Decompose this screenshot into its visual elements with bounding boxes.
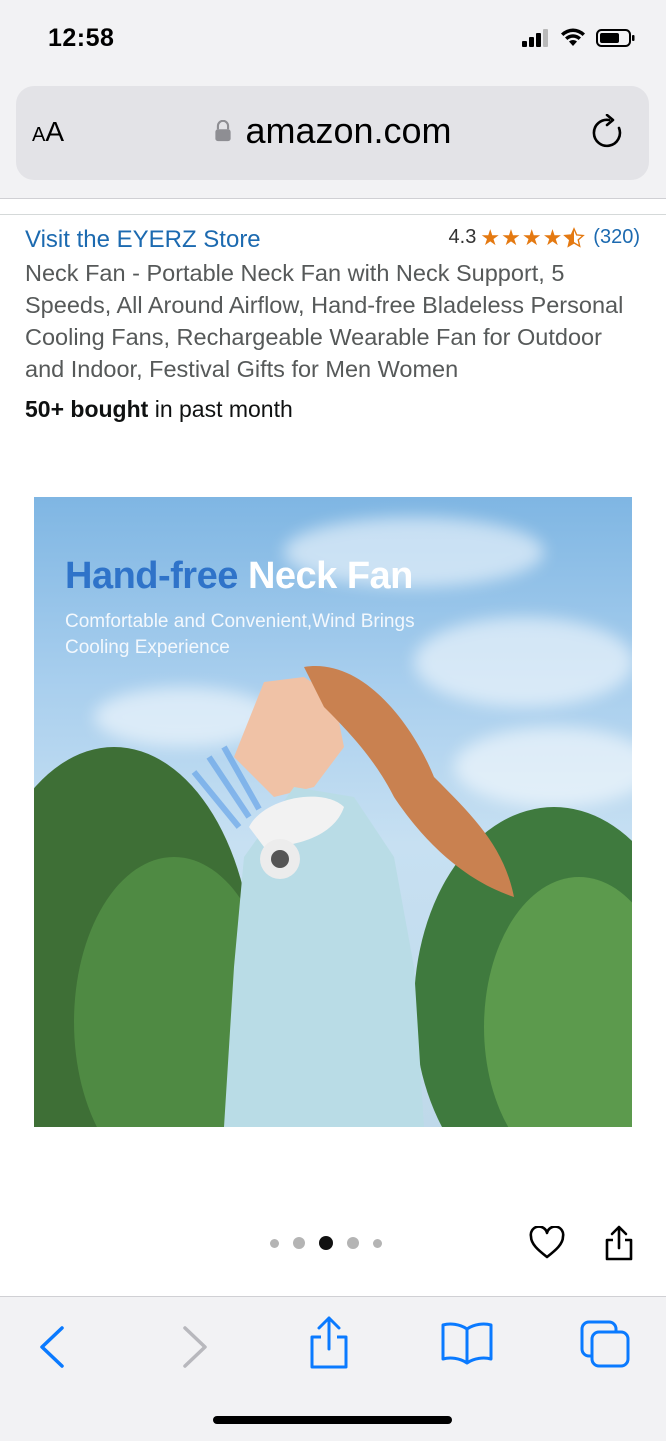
half-star-icon <box>563 226 586 248</box>
forward-icon[interactable] <box>181 1325 209 1369</box>
heart-icon[interactable] <box>528 1226 566 1260</box>
image-subtitle: Comfortable and Convenient,Wind Brings C… <box>65 611 415 658</box>
signal-icon <box>522 29 548 47</box>
back-icon[interactable] <box>38 1325 66 1369</box>
tabs-icon[interactable] <box>579 1319 631 1369</box>
image-headline-part1: Hand-free <box>65 555 238 597</box>
carousel-dot[interactable] <box>270 1238 279 1248</box>
star-icon: ★ <box>542 224 563 250</box>
product-title: Neck Fan - Portable Neck Fan with Neck S… <box>25 260 624 382</box>
share-icon[interactable] <box>307 1315 351 1371</box>
image-headline-part2: Neck Fan <box>247 555 413 597</box>
url-display[interactable]: amazon.com <box>16 110 649 152</box>
status-icons <box>522 28 636 48</box>
bought-rest: in past month <box>148 396 293 422</box>
home-indicator[interactable] <box>213 1416 452 1424</box>
image-headline: Hand-free Neck Fan <box>65 555 413 598</box>
battery-icon <box>596 29 635 47</box>
rating-value: 4.3 <box>448 226 477 248</box>
address-bar-area: AA amazon.com <box>0 80 666 199</box>
status-bar: 12:58 <box>0 0 666 80</box>
rating-count: (320) <box>593 226 640 248</box>
product-image[interactable]: Hand-free Neck Fan Comfortable and Conve… <box>34 497 632 1127</box>
carousel-dots[interactable] <box>270 1236 382 1250</box>
store-link[interactable]: Visit the EYERZ Store <box>25 226 261 254</box>
star-rating: ★ ★ ★ ★ <box>480 224 586 250</box>
bookmarks-icon[interactable] <box>440 1321 494 1365</box>
url-text: amazon.com <box>245 110 452 151</box>
carousel-dot-active[interactable] <box>319 1236 333 1250</box>
star-icon: ★ <box>501 224 521 250</box>
carousel-dot[interactable] <box>293 1237 305 1249</box>
divider <box>0 214 666 215</box>
reload-icon[interactable] <box>591 114 627 152</box>
address-bar[interactable]: AA amazon.com <box>16 86 649 180</box>
carousel-dot[interactable] <box>347 1237 359 1249</box>
rating[interactable]: 4.3 ★ ★ ★ ★ (320) <box>449 226 640 249</box>
lock-icon <box>215 120 232 142</box>
wifi-icon <box>561 28 585 46</box>
bought-bold: 50+ bought <box>25 396 149 422</box>
star-icon: ★ <box>521 224 542 250</box>
status-time: 12:58 <box>48 24 115 52</box>
star-icon: ★ <box>480 224 501 250</box>
bought-count: 50+ bought in past month <box>25 396 293 423</box>
carousel-dot[interactable] <box>373 1238 382 1248</box>
share-icon[interactable] <box>603 1224 635 1262</box>
